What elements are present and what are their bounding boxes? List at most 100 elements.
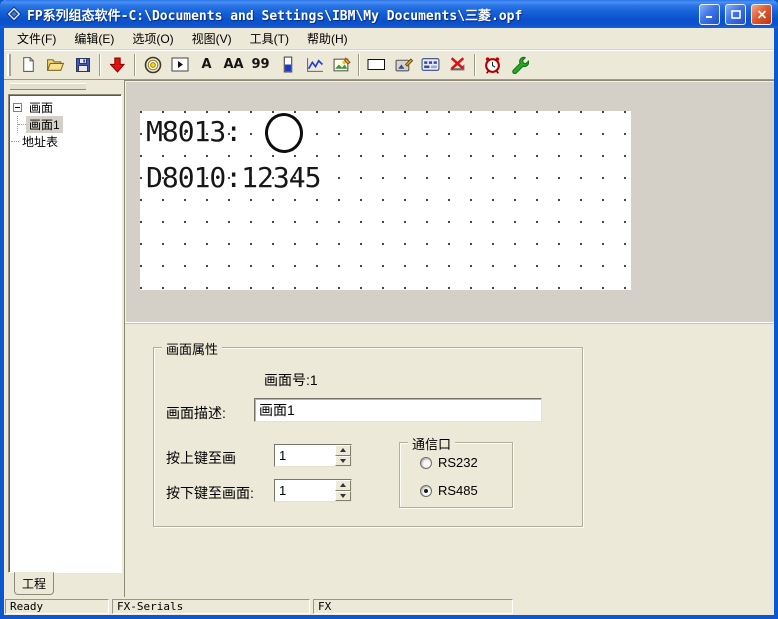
status-plc: FX [313,599,513,614]
spin-up-button[interactable] [335,445,351,456]
close-button[interactable] [751,4,772,25]
down-key-label: 按下键至画面: [166,483,254,503]
window-title: FP系列组态软件-C:\Documents and Settings\IBM\M… [27,5,694,24]
toolbar-gripper[interactable] [7,54,11,76]
description-input[interactable] [254,398,542,422]
toolbar-separator [99,54,101,76]
tree-item-address-table[interactable]: 地址表 [11,133,119,150]
arrow-up-icon [340,448,346,452]
arrow-up-icon [340,483,346,487]
up-key-spinner [274,444,352,467]
bitmap-button[interactable] [328,52,355,78]
bar-graph-button[interactable] [274,52,301,78]
alarm-clock-icon [484,56,501,74]
alarm-button[interactable] [479,52,506,78]
status-series: FX-Serials [112,599,310,614]
open-button[interactable] [42,52,69,78]
menu-bar: 文件(F) 编辑(E) 选项(O) 视图(V) 工具(T) 帮助(H) [4,28,774,50]
title-bar[interactable]: FP系列组态软件-C:\Documents and Settings\IBM\M… [0,0,778,28]
maximize-icon [731,10,741,19]
menu-help[interactable]: 帮助(H) [298,28,357,49]
open-folder-icon [46,57,65,72]
indicator-lamp-button[interactable] [139,52,166,78]
screen-number-label: 画面号:1 [264,370,318,390]
status-ready: Ready [5,599,109,614]
maximize-button[interactable] [725,4,746,25]
group-title: 画面属性 [162,339,222,358]
delete-button[interactable] [444,52,471,78]
spin-up-button[interactable] [335,480,351,491]
rectangle-button[interactable] [363,52,390,78]
function-key-icon [171,57,189,72]
download-arrow-icon [110,57,125,73]
lamp-indicator[interactable] [263,111,305,155]
down-key-input[interactable] [275,480,335,501]
arrow-down-icon [340,459,346,463]
rs232-option[interactable]: RS232 [420,455,478,470]
menu-tools[interactable]: 工具(T) [241,28,298,49]
static-text-button[interactable]: A [193,52,220,78]
screen-canvas[interactable]: M8013: D8010:12345 [140,111,631,290]
keypad-icon [421,57,440,72]
minimize-button[interactable] [699,4,720,25]
tab-project[interactable]: 工程 [14,572,54,595]
save-floppy-icon [75,57,91,73]
comm-port-group: 通信口 RS232 RS485 [399,442,513,508]
picture-pencil-icon [395,57,413,73]
spinner-buttons [335,480,351,501]
bar-graph-icon [282,56,294,73]
toolbar: A AA 99 [4,50,774,80]
radio-selected-icon[interactable] [420,485,432,497]
panel-gripper[interactable] [10,83,86,90]
up-key-label: 按上键至画 [166,448,236,468]
menu-options[interactable]: 选项(O) [123,28,182,49]
keypad-button[interactable] [417,52,444,78]
toolbar-separator [134,54,136,76]
dynamic-text-button[interactable]: AA [220,52,247,78]
picture-button[interactable] [390,52,417,78]
comm-group-title: 通信口 [408,434,455,453]
spin-down-button[interactable] [335,491,351,502]
delete-x-icon [449,56,467,73]
rs485-option[interactable]: RS485 [420,483,478,498]
tree-root-label[interactable]: 画面 [26,99,56,116]
project-tree[interactable]: 画面 画面1 地址表 [8,94,122,573]
project-panel: 画面 画面1 地址表 工程 [4,80,124,597]
new-document-icon [20,56,37,73]
collapse-icon[interactable] [13,103,22,112]
tree-address-label[interactable]: 地址表 [19,133,61,150]
client-area: 画面 画面1 地址表 工程 M8013: [4,80,774,597]
toolbar-separator [474,54,476,76]
function-key-button[interactable] [166,52,193,78]
settings-button[interactable] [506,52,533,78]
screen-properties-group: 画面属性 画面号:1 画面描述: 按上键至画 按下键至画面: [153,347,583,527]
menu-view[interactable]: 视图(V) [183,28,241,49]
arrow-down-icon [340,494,346,498]
rs485-label[interactable]: RS485 [438,483,478,498]
download-button[interactable] [104,52,131,78]
bitmap-icon [333,57,351,73]
tree-connector [11,141,19,142]
rs232-label[interactable]: RS232 [438,455,478,470]
number-display-button[interactable]: 99 [247,52,274,78]
radio-unselected-icon[interactable] [420,457,432,469]
app-icon [6,6,22,22]
trend-chart-button[interactable] [301,52,328,78]
up-key-input[interactable] [275,445,335,466]
tree-item-screens[interactable]: 画面 [11,99,119,116]
wrench-icon [511,56,529,74]
spin-down-button[interactable] [335,456,351,467]
save-button[interactable] [69,52,96,78]
canvas-container: M8013: D8010:12345 [125,80,774,322]
menu-file[interactable]: 文件(F) [8,28,65,49]
tree-item-screen1[interactable]: 画面1 [11,116,119,133]
canvas-text-d8010[interactable]: D8010:12345 [146,161,320,194]
close-icon [757,10,767,19]
new-button[interactable] [15,52,42,78]
menu-edit[interactable]: 编辑(E) [65,28,123,49]
status-bar: Ready FX-Serials FX [4,597,774,615]
canvas-text-m8013[interactable]: M8013: [146,115,241,148]
rectangle-icon [367,58,386,71]
toolbar-separator [358,54,360,76]
tree-screen1-label[interactable]: 画面1 [26,116,63,133]
